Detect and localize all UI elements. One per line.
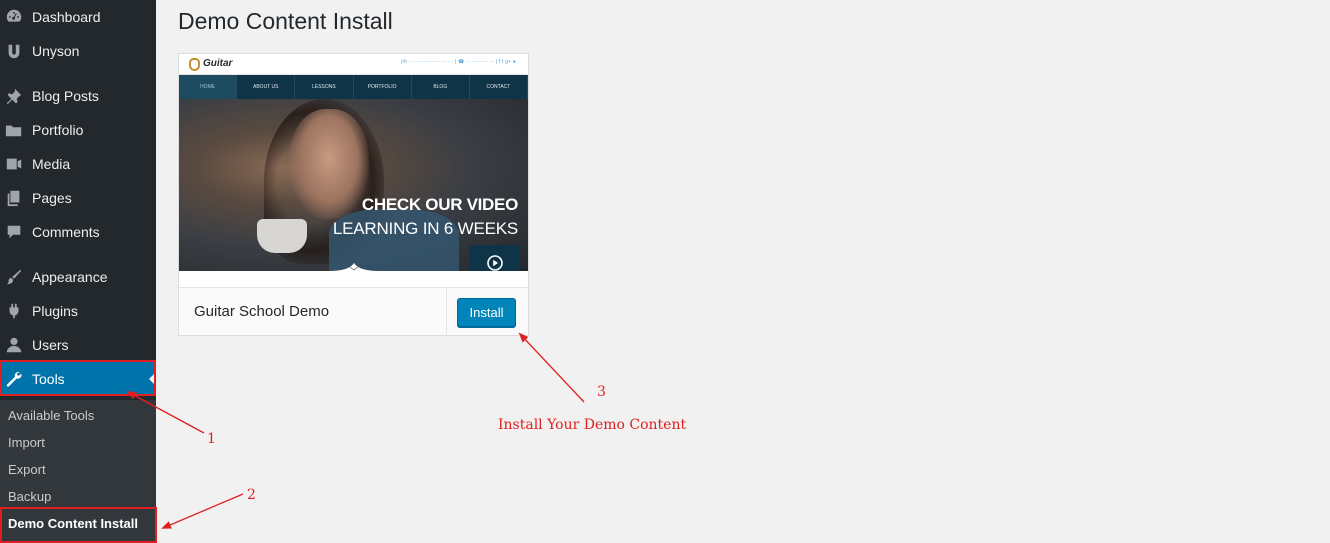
menu-item-dashboard[interactable]: Dashboard — [0, 0, 156, 34]
demo-name: Guitar School Demo — [194, 303, 330, 320]
menu-item-label: Dashboard — [32, 9, 101, 25]
menu-item-label: Media — [32, 156, 71, 172]
menu-item-label: Users — [32, 337, 69, 353]
menu-item-media[interactable]: Media — [0, 147, 156, 181]
user-icon — [5, 336, 23, 354]
pages-icon — [5, 189, 23, 207]
menu-item-blog-posts[interactable]: Blog Posts — [0, 79, 156, 113]
preview-nav-item: BLOG — [412, 75, 470, 99]
menu-item-portfolio[interactable]: Portfolio — [0, 113, 156, 147]
hero-cup-shape — [257, 219, 307, 253]
dashboard-icon — [5, 8, 23, 26]
preview-nav-item: LESSONS — [295, 75, 354, 99]
unyson-icon — [5, 42, 23, 60]
menu-item-label: Comments — [32, 224, 100, 240]
pushpin-icon — [5, 87, 23, 105]
menu-item-label: Pages — [32, 190, 72, 206]
media-icon — [5, 155, 23, 173]
preview-contact-links: |✉ ························ | ☎ ········… — [401, 59, 516, 65]
submenu-export[interactable]: Export — [8, 456, 46, 483]
menu-item-unyson[interactable]: Unyson — [0, 34, 156, 68]
submenu-available-tools[interactable]: Available Tools — [8, 402, 94, 429]
hero-face-shape — [289, 109, 369, 219]
active-menu-arrow — [149, 372, 156, 386]
preview-nav: HOME ABOUT US LESSONS PORTFOLIO BLOG CON… — [179, 75, 528, 99]
menu-item-label: Portfolio — [32, 122, 84, 138]
menu-item-label: Blog Posts — [32, 88, 99, 104]
annotation-arrow-2 — [161, 493, 244, 529]
annotation-step-3-caption: Install Your Demo Content — [498, 417, 687, 433]
preview-header: Guitar |✉ ························ | ☎ ·… — [179, 54, 528, 75]
annotation-step-2: 2 — [247, 487, 256, 503]
wrench-icon — [5, 370, 23, 388]
menu-item-pages[interactable]: Pages — [0, 181, 156, 215]
menu-item-users[interactable]: Users — [0, 328, 156, 362]
menu-item-label: Plugins — [32, 303, 78, 319]
demo-card: Guitar |✉ ························ | ☎ ·… — [178, 53, 529, 336]
preview-wave-divider — [179, 263, 528, 287]
demo-install-highlight-box — [0, 507, 157, 543]
admin-sidebar: Dashboard Unyson Blog Posts Portfolio Me… — [0, 0, 157, 543]
menu-item-label: Tools — [32, 371, 65, 387]
page-title: Demo Content Install — [178, 8, 393, 34]
annotation-step-3: 3 — [597, 384, 606, 400]
submenu-backup[interactable]: Backup — [8, 483, 51, 510]
brush-icon — [5, 268, 23, 286]
footer-divider — [446, 288, 447, 336]
preview-nav-item: ABOUT US — [237, 75, 296, 99]
menu-item-label: Unyson — [32, 43, 80, 59]
menu-item-comments[interactable]: Comments — [0, 215, 156, 249]
menu-item-appearance[interactable]: Appearance — [0, 260, 156, 294]
annotation-step-1: 1 — [207, 431, 216, 447]
folder-icon — [5, 121, 23, 139]
plug-icon — [5, 302, 23, 320]
preview-hero-image: CHECK OUR VIDEO LEARNING IN 6 WEEKS ●●● — [179, 99, 528, 287]
preview-subheadline: LEARNING IN 6 WEEKS — [332, 219, 518, 238]
menu-item-label: Appearance — [32, 269, 108, 285]
preview-headline: CHECK OUR VIDEO — [361, 195, 518, 214]
demo-card-footer: Guitar School Demo Install — [179, 287, 528, 336]
install-button[interactable]: Install — [457, 298, 516, 327]
guitar-logo-icon — [189, 58, 200, 71]
menu-item-plugins[interactable]: Plugins — [0, 294, 156, 328]
preview-logo-text: Guitar — [203, 58, 233, 69]
preview-nav-item: HOME — [179, 75, 238, 99]
menu-item-tools[interactable]: Tools — [0, 362, 156, 396]
preview-nav-item: CONTACT — [470, 75, 528, 99]
submenu-import[interactable]: Import — [8, 429, 45, 456]
comment-icon — [5, 223, 23, 241]
preview-nav-item: PORTFOLIO — [354, 75, 412, 99]
demo-screenshot[interactable]: Guitar |✉ ························ | ☎ ·… — [179, 54, 528, 287]
annotation-arrow-3 — [518, 332, 585, 403]
